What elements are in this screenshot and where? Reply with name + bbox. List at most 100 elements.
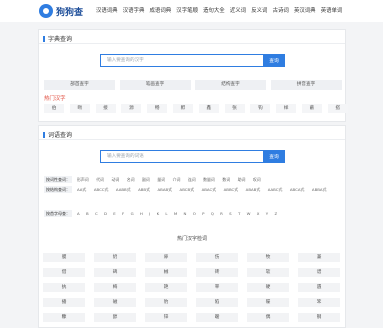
pos-option[interactable]: 连词: [188, 176, 196, 183]
hot-search-char[interactable]: 伤: [196, 253, 238, 262]
letter-option[interactable]: N: [184, 210, 187, 217]
hot-char[interactable]: 搭: [327, 104, 348, 113]
nav-item[interactable]: 汉字笔顺: [176, 6, 198, 14]
nav-item[interactable]: 汉语词典: [96, 6, 118, 14]
struct-option[interactable]: ABBA式: [312, 186, 327, 193]
pos-option[interactable]: 介词: [173, 176, 181, 183]
hot-char[interactable]: 鑫: [198, 104, 219, 113]
hot-search-char[interactable]: 艳: [145, 283, 187, 292]
struct-option[interactable]: AABB式: [116, 186, 131, 193]
pos-option[interactable]: 助词: [238, 176, 246, 183]
letter-option[interactable]: B: [86, 210, 89, 217]
letter-option[interactable]: O: [193, 210, 196, 217]
struct-option[interactable]: AABC式: [268, 186, 283, 193]
letter-option[interactable]: H: [140, 210, 143, 217]
hot-char[interactable]: 蔽: [301, 104, 322, 113]
nav-item[interactable]: 成语词典: [150, 6, 172, 14]
hot-search-char[interactable]: 谱: [298, 268, 340, 277]
hot-search-char[interactable]: 偶: [247, 313, 289, 322]
struct-option[interactable]: ABAB式: [246, 186, 261, 193]
hot-search-char[interactable]: 糠: [43, 313, 85, 322]
nav-item[interactable]: 近义词: [230, 6, 246, 14]
hot-search-char[interactable]: 奶: [94, 253, 136, 262]
letter-option[interactable]: S: [229, 210, 231, 217]
hot-search-char[interactable]: 播: [43, 298, 85, 307]
pos-option[interactable]: 数量词: [203, 176, 215, 183]
pos-option[interactable]: 动词: [111, 176, 119, 183]
struct-option[interactable]: ABCA式: [290, 186, 305, 193]
hot-char[interactable]: 孵: [172, 104, 193, 113]
tab-jiegou[interactable]: 结构查字: [195, 80, 266, 90]
hot-char[interactable]: 吻: [69, 104, 90, 113]
hot-search-char[interactable]: 硬: [247, 283, 289, 292]
nav-item[interactable]: 汉语字典: [123, 6, 145, 14]
hot-search-char[interactable]: 执: [43, 283, 85, 292]
letter-option[interactable]: G: [131, 210, 134, 217]
letter-option[interactable]: J: [149, 210, 150, 217]
struct-option[interactable]: ABB式: [138, 186, 150, 193]
hot-search-char[interactable]: 砖: [196, 268, 238, 277]
struct-option[interactable]: ABAB式: [157, 186, 172, 193]
hot-search-char[interactable]: 暧: [196, 313, 238, 322]
letter-option[interactable]: Z: [274, 210, 277, 217]
pos-option[interactable]: 叹词: [253, 176, 261, 183]
cidian-search-input[interactable]: [100, 150, 263, 163]
struct-option[interactable]: ABBC式: [224, 186, 239, 193]
hot-search-char[interactable]: 软: [247, 268, 289, 277]
hot-search-char[interactable]: 笨: [298, 298, 340, 307]
tab-bushou[interactable]: 部首查字: [44, 80, 115, 90]
hot-char[interactable]: 伯: [44, 104, 64, 113]
hot-char[interactable]: 源: [121, 104, 142, 113]
letter-option[interactable]: D: [104, 210, 107, 217]
hot-char[interactable]: 接: [95, 104, 116, 113]
zidian-search-button[interactable]: 查询: [263, 54, 285, 67]
letter-option[interactable]: Y: [266, 210, 268, 217]
hot-search-char[interactable]: 膜: [43, 253, 85, 262]
hot-search-char[interactable]: 碑: [94, 268, 136, 277]
letter-option[interactable]: M: [174, 210, 177, 217]
nav-item[interactable]: 英语单词: [321, 6, 343, 14]
nav-item[interactable]: 古诗词: [273, 6, 289, 14]
letter-option[interactable]: T: [238, 210, 240, 217]
hot-search-char[interactable]: 钢: [298, 313, 340, 322]
letter-option[interactable]: P: [202, 210, 204, 217]
letter-option[interactable]: Q: [211, 210, 214, 217]
pos-option[interactable]: 数词: [222, 176, 230, 183]
hot-search-char[interactable]: 兼: [298, 253, 340, 262]
hot-search-char[interactable]: 借: [43, 268, 85, 277]
zidian-search-input[interactable]: [100, 54, 263, 67]
hot-char[interactable]: 张: [224, 104, 245, 113]
hot-search-char[interactable]: 碟: [247, 298, 289, 307]
hot-search-char[interactable]: 宰: [196, 283, 238, 292]
hot-char[interactable]: 钩: [250, 104, 271, 113]
hot-char[interactable]: 畅: [147, 104, 168, 113]
hot-search-char[interactable]: 遇: [298, 283, 340, 292]
tab-pinyin[interactable]: 拼音查字: [270, 80, 342, 90]
tab-bihua[interactable]: 笔画查字: [119, 80, 191, 90]
letter-option[interactable]: F: [122, 210, 124, 217]
site-logo[interactable]: 狗狗查: [39, 3, 83, 19]
pos-option[interactable]: 副词: [142, 176, 150, 183]
nav-item[interactable]: 造句大全: [203, 6, 225, 14]
struct-option[interactable]: AA式: [77, 186, 86, 193]
hot-search-char[interactable]: 磁: [94, 298, 136, 307]
struct-option[interactable]: ABCB式: [180, 186, 195, 193]
hot-search-char[interactable]: 锌: [145, 313, 187, 322]
letter-option[interactable]: C: [95, 210, 98, 217]
hot-search-char[interactable]: 扉: [145, 253, 187, 262]
pos-option[interactable]: 形声词: [77, 176, 89, 183]
struct-option[interactable]: ABCC式: [94, 186, 109, 193]
hot-search-char[interactable]: 醇: [94, 313, 136, 322]
nav-item[interactable]: 英汉词典: [294, 6, 316, 14]
letter-option[interactable]: A: [77, 210, 80, 217]
cidian-search-button[interactable]: 查询: [263, 150, 285, 163]
letter-option[interactable]: W: [247, 210, 251, 217]
hot-search-char[interactable]: 梅: [94, 283, 136, 292]
pos-option[interactable]: 量词: [157, 176, 165, 183]
nav-item[interactable]: 反义词: [251, 6, 267, 14]
pos-option[interactable]: 名词: [127, 176, 135, 183]
hot-search-char[interactable]: 陷: [196, 298, 238, 307]
letter-option[interactable]: X: [257, 210, 260, 217]
pos-option[interactable]: 代词: [96, 176, 104, 183]
struct-option[interactable]: ABAC式: [202, 186, 217, 193]
